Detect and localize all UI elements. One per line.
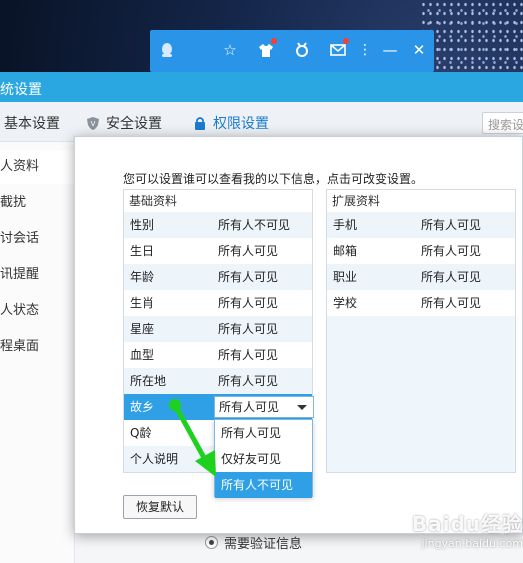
extended-info-panel: 扩展资料 手机 所有人可见 邮箱 所有人可见 职业 所有人可见 学校 所有人可见 [326, 189, 516, 473]
row-key: 生日 [130, 244, 155, 258]
row-key: 邮箱 [333, 244, 358, 258]
row-key: 学校 [333, 296, 358, 310]
row-value: 所有人可见 [218, 374, 279, 388]
tab-permission-settings[interactable]: 权限设置 [193, 113, 269, 133]
table-row[interactable]: 手机 所有人可见 [327, 212, 515, 238]
row-key: 性别 [130, 218, 155, 232]
row-value: 所有人可见 [218, 322, 279, 336]
row-key: 手机 [333, 218, 358, 232]
row-key: 故乡 [130, 400, 155, 414]
row-value: 所有人可见 [218, 296, 279, 310]
row-value: 所有人可见 [421, 218, 482, 232]
annotation-arrow-icon [169, 399, 216, 477]
table-row[interactable]: 生日 所有人可见 [124, 238, 312, 264]
row-value: 所有人可见 [421, 270, 482, 284]
table-row[interactable]: 生肖 所有人可见 [124, 290, 312, 316]
star-icon[interactable]: ☆ [220, 40, 240, 60]
tab-basic-settings[interactable]: 基本设置 [4, 113, 60, 133]
row-key: 年龄 [130, 270, 155, 284]
window-title: 统设置 [0, 82, 42, 98]
starfield [420, 0, 523, 75]
row-value: 所有人可见 [421, 244, 482, 258]
sidebar-item-profile[interactable]: 人资料 [0, 150, 75, 184]
table-row[interactable]: 血型 所有人可见 [124, 342, 312, 368]
sidebar-item-label: 截扰 [0, 195, 27, 210]
qq-toolbar: ☆ ⋮ — ✕ [150, 30, 434, 72]
sidebar: 人资料 截扰 讨会话 讯提醒 人状态 程桌面 [0, 142, 75, 563]
row-key: 星座 [130, 322, 155, 336]
shield-icon: V [86, 116, 100, 131]
sidebar-item-reminder[interactable]: 讯提醒 [0, 258, 75, 292]
sidebar-item-session[interactable]: 讨会话 [0, 222, 75, 256]
table-row[interactable]: 学校 所有人可见 [327, 290, 515, 316]
table-row[interactable]: 星座 所有人可见 [124, 316, 312, 342]
notification-dot [343, 38, 349, 44]
table-row[interactable]: 职业 所有人可见 [327, 264, 515, 290]
tab-label: 基本设置 [4, 116, 60, 132]
qq-penguin-icon[interactable] [157, 40, 177, 60]
row-value: 所有人可见 [218, 348, 279, 362]
sidebar-item-remote-desktop[interactable]: 程桌面 [0, 330, 75, 364]
row-value: 所有人不可见 [218, 218, 291, 232]
close-icon[interactable]: ✕ [409, 40, 429, 60]
watermark-url: jingyan.baidu.com [421, 537, 523, 550]
row-value: 所有人可见 [218, 244, 279, 258]
table-row[interactable]: 性别 所有人不可见 [124, 212, 312, 238]
panel-header: 扩展资料 [327, 190, 515, 212]
sidebar-item-disturb[interactable]: 截扰 [0, 186, 75, 220]
row-value: 所有人可见 [218, 270, 279, 284]
tab-security-settings[interactable]: V 安全设置 [86, 113, 162, 133]
restore-default-button[interactable]: 恢复默认 [123, 495, 197, 519]
sidebar-item-label: 程桌面 [0, 339, 40, 354]
sidebar-item-label: 人状态 [0, 303, 40, 318]
search-placeholder: 搜索设 [488, 118, 523, 132]
lock-icon [193, 116, 207, 131]
dialog-description: 您可以设置谁可以查看我的以下信息，点击可改变设置。 [123, 172, 424, 186]
medal-icon[interactable] [292, 40, 312, 60]
watermark-logo: Baidu经验 [411, 512, 523, 536]
radio-label: 需要验证信息 [224, 537, 303, 552]
tab-label: 安全设置 [106, 116, 162, 132]
tab-label: 权限设置 [213, 116, 269, 132]
row-key: 血型 [130, 348, 155, 362]
titlebar: 统设置 [0, 72, 523, 102]
minimize-icon[interactable]: — [380, 40, 400, 60]
row-key: Q龄 [130, 426, 152, 440]
baidu-watermark: Baidu经验 jingyan.baidu.com [395, 508, 523, 558]
verify-radio-option[interactable]: 需要验证信息 [205, 533, 302, 552]
row-key: 生肖 [130, 296, 155, 310]
radio-button[interactable] [205, 536, 218, 549]
panel-header: 基础资料 [124, 190, 312, 212]
table-row[interactable]: 所在地 所有人可见 [124, 368, 312, 394]
chevron-down-icon[interactable] [297, 405, 307, 410]
sidebar-item-label: 讨会话 [0, 231, 40, 246]
sidebar-item-label: 人资料 [0, 159, 40, 174]
more-icon[interactable]: ⋮ [355, 40, 375, 60]
sidebar-item-status[interactable]: 人状态 [0, 294, 75, 328]
row-key: 所在地 [130, 374, 167, 388]
notification-dot [271, 38, 277, 44]
table-row[interactable]: 邮箱 所有人可见 [327, 238, 515, 264]
sidebar-item-label: 讯提醒 [0, 267, 40, 282]
search-input[interactable]: 搜索设 [482, 112, 523, 134]
svg-text:V: V [91, 120, 96, 128]
row-key: 职业 [333, 270, 358, 284]
row-value: 所有人可见 [421, 296, 482, 310]
table-row[interactable]: 年龄 所有人可见 [124, 264, 312, 290]
